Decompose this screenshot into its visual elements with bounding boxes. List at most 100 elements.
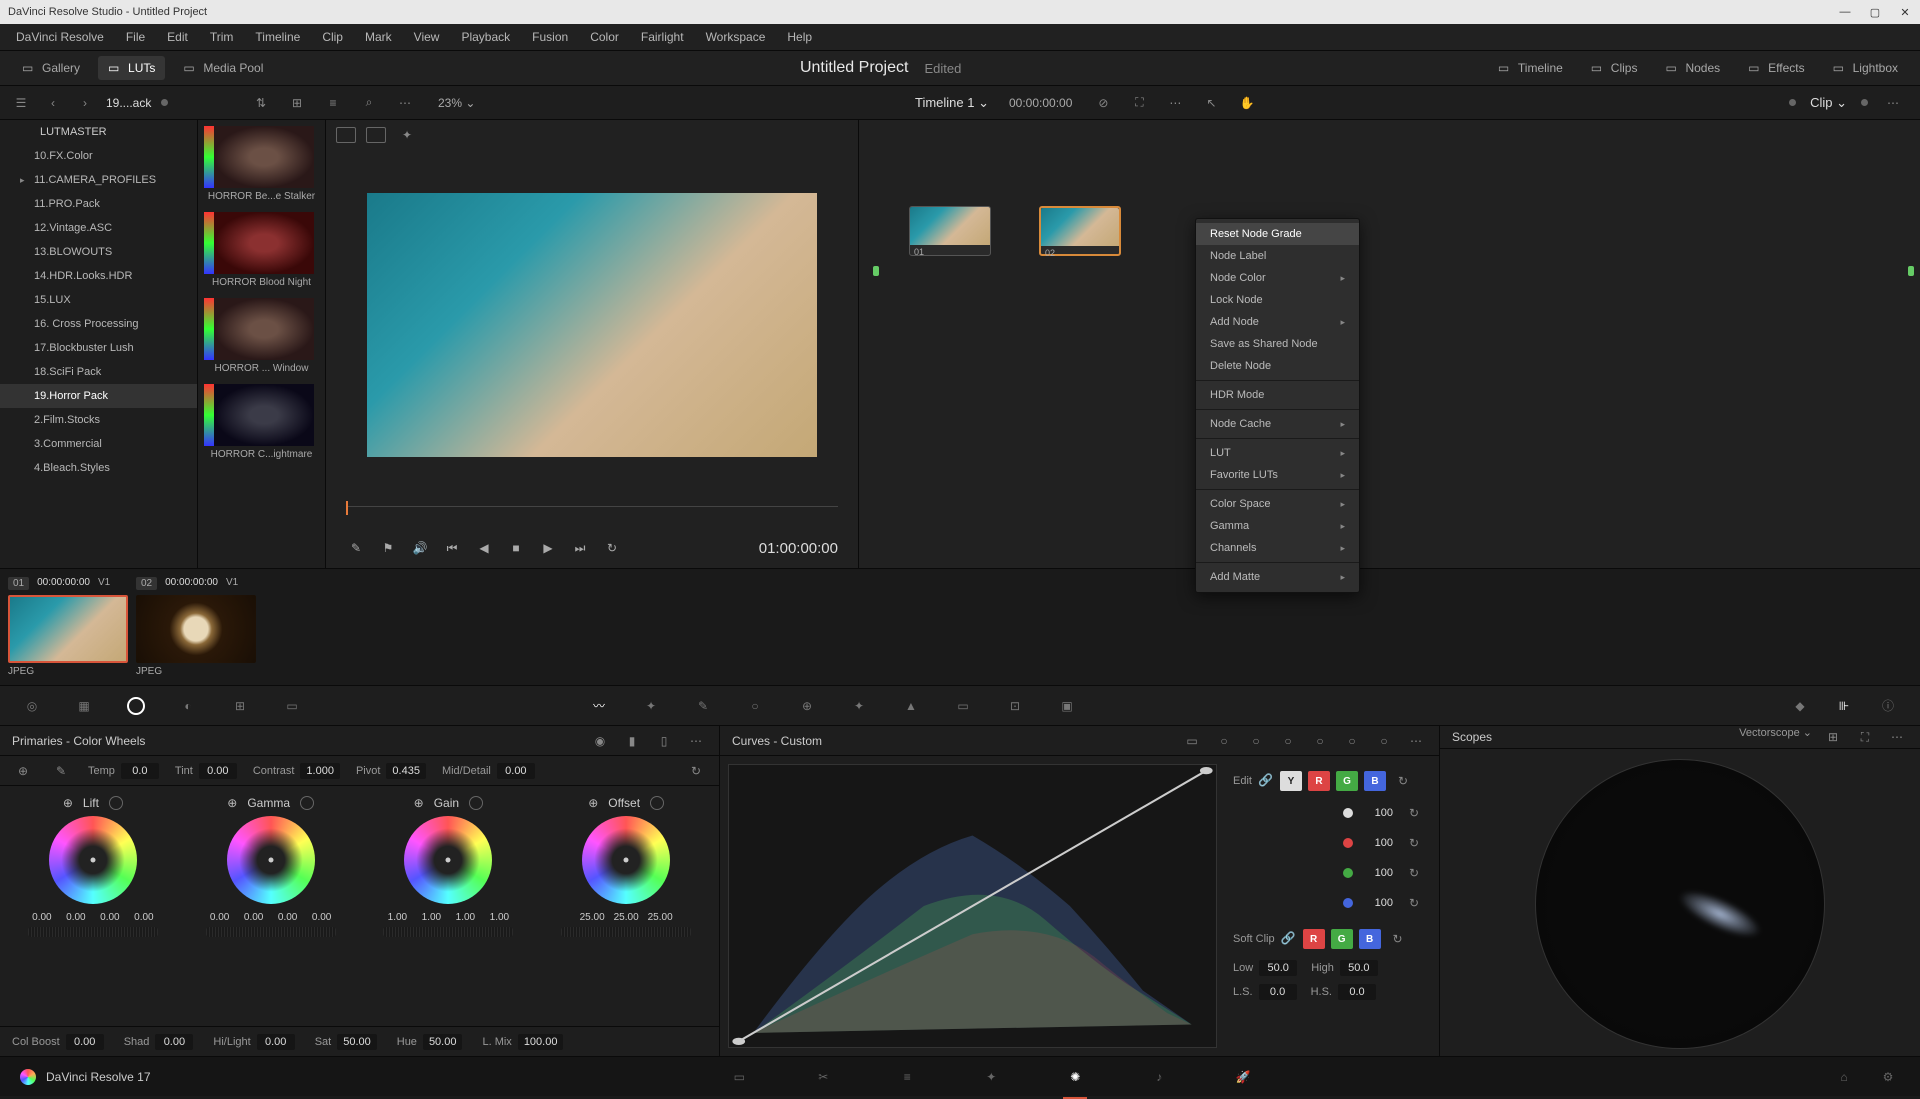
- lut-thumbnail[interactable]: HORROR Be...e Stalker: [204, 126, 319, 202]
- color-page-icon[interactable]: ✺: [1063, 1065, 1087, 1089]
- param-middetail[interactable]: Mid/Detail0.00: [442, 763, 535, 779]
- ctx-reset-node-grade[interactable]: Reset Node Grade: [1196, 223, 1359, 245]
- lut-folder-item[interactable]: 18.SciFi Pack: [0, 360, 197, 384]
- lut-folder-item[interactable]: 19.Horror Pack: [0, 384, 197, 408]
- wheel-values[interactable]: 1.001.001.001.00: [382, 912, 514, 923]
- search-icon[interactable]: ⌕: [358, 92, 380, 114]
- magic-mask-icon[interactable]: ✦: [847, 694, 871, 718]
- node-scope-dropdown[interactable]: Clip ⌄: [1810, 95, 1847, 111]
- maximize-button[interactable]: ▢: [1868, 5, 1882, 19]
- menu-fusion[interactable]: Fusion: [522, 26, 578, 48]
- nav-back-icon[interactable]: ‹: [42, 92, 64, 114]
- clips-button[interactable]: ▭Clips: [1581, 56, 1648, 80]
- channel-r-button[interactable]: R: [1308, 771, 1330, 791]
- nodes-button[interactable]: ▭Nodes: [1655, 56, 1730, 80]
- rgb-mixer-icon[interactable]: ⊞: [228, 694, 252, 718]
- menu-help[interactable]: Help: [777, 26, 822, 48]
- wheel-picker-icon[interactable]: ⊕: [63, 796, 73, 810]
- graph-output-icon[interactable]: [1908, 266, 1914, 276]
- log-mode-icon[interactable]: ▯: [653, 730, 675, 752]
- prev-clip-icon[interactable]: ⏮: [442, 538, 462, 558]
- qualifier-icon[interactable]: ✎: [691, 694, 715, 718]
- minimize-button[interactable]: —: [1838, 5, 1852, 19]
- primaries-options-icon[interactable]: ⋯: [685, 730, 707, 752]
- zoom-level[interactable]: 23% ⌄: [430, 96, 483, 110]
- menu-timeline[interactable]: Timeline: [245, 26, 310, 48]
- color-wheel-lift[interactable]: [49, 816, 137, 904]
- scope-type-dropdown[interactable]: Vectorscope ⌄: [1739, 726, 1812, 748]
- lut-folder-item[interactable]: 14.HDR.Looks.HDR: [0, 264, 197, 288]
- options-icon[interactable]: ⋯: [394, 92, 416, 114]
- link-channels-icon[interactable]: 🔗: [1258, 773, 1274, 789]
- next-clip-icon[interactable]: ⏭: [570, 538, 590, 558]
- lut-folder-item[interactable]: 3.Commercial: [0, 432, 197, 456]
- curve-channel-value[interactable]: 100↻: [1233, 802, 1425, 824]
- menu-color[interactable]: Color: [580, 26, 629, 48]
- expand-icon[interactable]: ⛶: [1128, 92, 1150, 114]
- stop-icon[interactable]: ■: [506, 538, 526, 558]
- ctx-favorite-luts[interactable]: Favorite LUTs▸: [1196, 464, 1359, 486]
- curves-mode-6-icon[interactable]: ○: [1341, 730, 1363, 752]
- window-icon[interactable]: ○: [743, 694, 767, 718]
- list-view-icon[interactable]: ≡: [322, 92, 344, 114]
- camera-raw-icon[interactable]: ◎: [20, 694, 44, 718]
- clip-item[interactable]: 0100:00:00:00V1JPEG: [8, 577, 128, 677]
- timeline-button[interactable]: ▭Timeline: [1488, 56, 1573, 80]
- wheel-reset-icon[interactable]: [469, 796, 483, 810]
- color-wheel-offset[interactable]: [582, 816, 670, 904]
- param-sat[interactable]: Sat50.00: [315, 1034, 377, 1050]
- param-temp[interactable]: Temp0.0: [88, 763, 159, 779]
- wheel-jog-strip[interactable]: [383, 927, 513, 937]
- sc-r-button[interactable]: R: [1303, 929, 1325, 949]
- menu-view[interactable]: View: [404, 26, 450, 48]
- menu-edit[interactable]: Edit: [157, 26, 198, 48]
- ctx-save-as-shared-node[interactable]: Save as Shared Node: [1196, 333, 1359, 355]
- lightbox-button[interactable]: ▭Lightbox: [1823, 56, 1908, 80]
- viewer-timecode-large[interactable]: 01:00:00:00: [759, 540, 838, 557]
- close-button[interactable]: ✕: [1898, 5, 1912, 19]
- sc-param-low[interactable]: Low50.0: [1233, 960, 1297, 976]
- top-params-reset-icon[interactable]: ↻: [685, 760, 707, 782]
- scopes-options-icon[interactable]: ⋯: [1886, 726, 1908, 748]
- channel-b-button[interactable]: B: [1364, 771, 1386, 791]
- color-wheels-icon[interactable]: [124, 694, 148, 718]
- sizing-icon[interactable]: ⊡: [1003, 694, 1027, 718]
- channel-y-button[interactable]: Y: [1280, 771, 1302, 791]
- wheel-values[interactable]: 0.000.000.000.00: [205, 912, 337, 923]
- auto-balance-icon[interactable]: ⊕: [12, 760, 34, 782]
- warper-icon[interactable]: ✦: [639, 694, 663, 718]
- menu-davinci-resolve[interactable]: DaVinci Resolve: [6, 26, 114, 48]
- bypass-icon[interactable]: ⊘: [1092, 92, 1114, 114]
- curve-ch-reset-icon[interactable]: ↻: [1403, 802, 1425, 824]
- lut-folder-item[interactable]: 4.Bleach.Styles: [0, 456, 197, 480]
- viewer-timecode[interactable]: 00:00:00:00: [1003, 96, 1078, 110]
- lut-folder-item[interactable]: LUTMASTER: [0, 120, 197, 144]
- timeline-name[interactable]: Timeline 1 ⌄: [915, 95, 989, 111]
- lut-folder-item[interactable]: 11.PRO.Pack: [0, 192, 197, 216]
- ctx-delete-node[interactable]: Delete Node: [1196, 355, 1359, 377]
- curve-ch-reset-icon[interactable]: ↻: [1403, 862, 1425, 884]
- nav-fwd-icon[interactable]: ›: [74, 92, 96, 114]
- curve-ch-reset-icon[interactable]: ↻: [1403, 832, 1425, 854]
- tracker-icon[interactable]: ⊕: [795, 694, 819, 718]
- sc-param-ls[interactable]: L.S.0.0: [1233, 984, 1297, 1000]
- param-shad[interactable]: Shad0.00: [124, 1034, 194, 1050]
- menu-workspace[interactable]: Workspace: [696, 26, 776, 48]
- blur-icon[interactable]: ▲: [899, 694, 923, 718]
- menu-mark[interactable]: Mark: [355, 26, 402, 48]
- lut-folder-item[interactable]: 16. Cross Processing: [0, 312, 197, 336]
- wheel-jog-strip[interactable]: [206, 927, 336, 937]
- sc-param-high[interactable]: High50.0: [1311, 960, 1378, 976]
- lut-folder-item[interactable]: 17.Blockbuster Lush: [0, 336, 197, 360]
- sc-g-button[interactable]: G: [1331, 929, 1353, 949]
- curves-mode-7-icon[interactable]: ○: [1373, 730, 1395, 752]
- sort-icon[interactable]: ⇅: [250, 92, 272, 114]
- menu-file[interactable]: File: [116, 26, 155, 48]
- curves-mode-4-icon[interactable]: ○: [1277, 730, 1299, 752]
- 3d-icon[interactable]: ▣: [1055, 694, 1079, 718]
- fusion-page-icon[interactable]: ✦: [979, 1065, 1003, 1089]
- curve-ch-reset-icon[interactable]: ↻: [1403, 892, 1425, 914]
- ctx-node-color[interactable]: Node Color▸: [1196, 267, 1359, 289]
- scopes-toggle-icon[interactable]: ⊪: [1832, 694, 1856, 718]
- ctx-lock-node[interactable]: Lock Node: [1196, 289, 1359, 311]
